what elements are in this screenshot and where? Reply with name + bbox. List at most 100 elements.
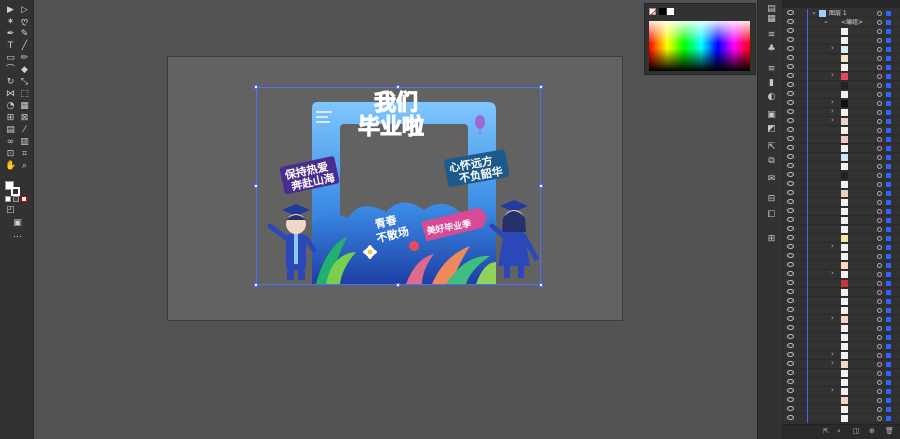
expand-chevron-icon[interactable]: ›	[831, 269, 834, 277]
selection-square-icon[interactable]	[886, 173, 891, 178]
visibility-eye-icon[interactable]	[787, 298, 794, 303]
layer-row-item[interactable]	[783, 207, 900, 216]
artboard-tool-icon[interactable]: ⊡	[5, 149, 16, 159]
selection-square-icon[interactable]	[886, 398, 891, 403]
target-circle-icon[interactable]	[877, 47, 882, 52]
layer-row-item[interactable]	[783, 414, 900, 423]
target-circle-icon[interactable]	[877, 137, 882, 142]
target-circle-icon[interactable]	[877, 416, 882, 421]
layer-row-item[interactable]: ›	[783, 44, 900, 54]
layer-row-item[interactable]	[783, 63, 900, 72]
visibility-eye-icon[interactable]	[787, 172, 794, 177]
layer-row-item[interactable]	[783, 261, 900, 270]
layer-row-item[interactable]	[783, 216, 900, 225]
selection-square-icon[interactable]	[886, 146, 891, 151]
visibility-eye-icon[interactable]	[787, 10, 794, 15]
target-circle-icon[interactable]	[877, 128, 882, 133]
artboards-icon[interactable]: ⧉	[766, 156, 777, 166]
target-circle-icon[interactable]	[877, 101, 882, 106]
target-circle-icon[interactable]	[877, 173, 882, 178]
selection-handle-bm[interactable]	[396, 283, 400, 287]
target-circle-icon[interactable]	[877, 20, 882, 25]
appearance-icon[interactable]: ▣	[766, 110, 777, 120]
visibility-eye-icon[interactable]	[787, 145, 794, 150]
selection-square-icon[interactable]	[886, 416, 891, 421]
target-circle-icon[interactable]	[877, 146, 882, 151]
layer-row-item[interactable]: ›	[783, 386, 900, 396]
visibility-eye-icon[interactable]	[787, 190, 794, 195]
expand-chevron-icon[interactable]: ›	[831, 359, 834, 367]
black-swatch[interactable]	[659, 8, 666, 15]
visibility-eye-icon[interactable]	[787, 289, 794, 294]
selection-square-icon[interactable]	[886, 227, 891, 232]
visibility-eye-icon[interactable]	[787, 226, 794, 231]
target-circle-icon[interactable]	[877, 299, 882, 304]
pen-tool-icon[interactable]: ✒	[5, 29, 16, 39]
stroke-swatch[interactable]	[11, 187, 20, 196]
selection-square-icon[interactable]	[886, 245, 891, 250]
selection-square-icon[interactable]	[886, 56, 891, 61]
selection-square-icon[interactable]	[886, 218, 891, 223]
layer-row-item[interactable]: ›	[783, 107, 900, 117]
selection-square-icon[interactable]	[886, 236, 891, 241]
selection-square-icon[interactable]	[886, 209, 891, 214]
none-color-icon[interactable]	[649, 8, 658, 17]
target-circle-icon[interactable]	[877, 380, 882, 385]
layer-row-item[interactable]: ›	[783, 350, 900, 360]
selection-square-icon[interactable]	[886, 65, 891, 70]
target-circle-icon[interactable]	[877, 254, 882, 259]
draw-mode-icon[interactable]: ◰	[5, 205, 16, 215]
selection-tool-icon[interactable]: ▶	[5, 5, 16, 15]
selection-square-icon[interactable]	[886, 281, 891, 286]
expand-chevron-icon[interactable]: ›	[831, 98, 834, 106]
lasso-tool-icon[interactable]: ღ	[19, 17, 30, 27]
target-circle-icon[interactable]	[877, 74, 882, 79]
layer-row-item[interactable]	[783, 171, 900, 180]
layer-row-item[interactable]	[783, 135, 900, 144]
target-circle-icon[interactable]	[877, 92, 882, 97]
target-circle-icon[interactable]	[877, 389, 882, 394]
target-circle-icon[interactable]	[877, 407, 882, 412]
selection-square-icon[interactable]	[886, 128, 891, 133]
visibility-eye-icon[interactable]	[787, 397, 794, 402]
free-transform-tool-icon[interactable]: ⬚	[19, 89, 30, 99]
visibility-eye-icon[interactable]	[787, 37, 794, 42]
type-tool-icon[interactable]: T	[5, 41, 16, 51]
target-circle-icon[interactable]	[877, 11, 882, 16]
width-tool-icon[interactable]: ⋈	[5, 89, 16, 99]
properties-icon[interactable]: ▤	[766, 4, 777, 14]
target-circle-icon[interactable]	[877, 326, 882, 331]
target-circle-icon[interactable]	[877, 38, 882, 43]
visibility-eye-icon[interactable]	[787, 55, 794, 60]
visibility-eye-icon[interactable]	[787, 253, 794, 258]
selection-square-icon[interactable]	[886, 272, 891, 277]
none-mode-icon[interactable]	[21, 196, 27, 202]
target-circle-icon[interactable]	[877, 65, 882, 70]
visibility-eye-icon[interactable]	[787, 271, 794, 276]
graphic-styles-icon[interactable]: ◩	[766, 124, 777, 134]
selection-handle-tm[interactable]	[396, 85, 400, 89]
blend-tool-icon[interactable]: ∞	[5, 137, 16, 147]
expand-chevron-icon[interactable]: ›	[831, 314, 834, 322]
visibility-eye-icon[interactable]	[787, 325, 794, 330]
layer-row-item[interactable]: ›	[783, 269, 900, 279]
target-circle-icon[interactable]	[877, 236, 882, 241]
expand-chevron-icon[interactable]: ›	[831, 107, 834, 115]
eyedropper-tool-icon[interactable]: ⁄	[19, 125, 30, 135]
layer-row-item[interactable]	[783, 153, 900, 162]
target-circle-icon[interactable]	[877, 182, 882, 187]
target-circle-icon[interactable]	[877, 110, 882, 115]
column-graph-tool-icon[interactable]: ▥	[19, 137, 30, 147]
color-mode-icon[interactable]	[5, 196, 11, 202]
selection-square-icon[interactable]	[886, 20, 891, 25]
rotate-tool-icon[interactable]: ↻	[5, 77, 16, 87]
selection-square-icon[interactable]	[886, 155, 891, 160]
selection-square-icon[interactable]	[886, 380, 891, 385]
layer-row-item[interactable]	[783, 54, 900, 63]
visibility-eye-icon[interactable]	[787, 406, 794, 411]
selection-square-icon[interactable]	[886, 137, 891, 142]
selection-square-icon[interactable]	[886, 47, 891, 52]
target-circle-icon[interactable]	[877, 281, 882, 286]
export-icon[interactable]: ⇱	[766, 142, 777, 152]
line-tool-icon[interactable]: ╱	[19, 41, 30, 51]
